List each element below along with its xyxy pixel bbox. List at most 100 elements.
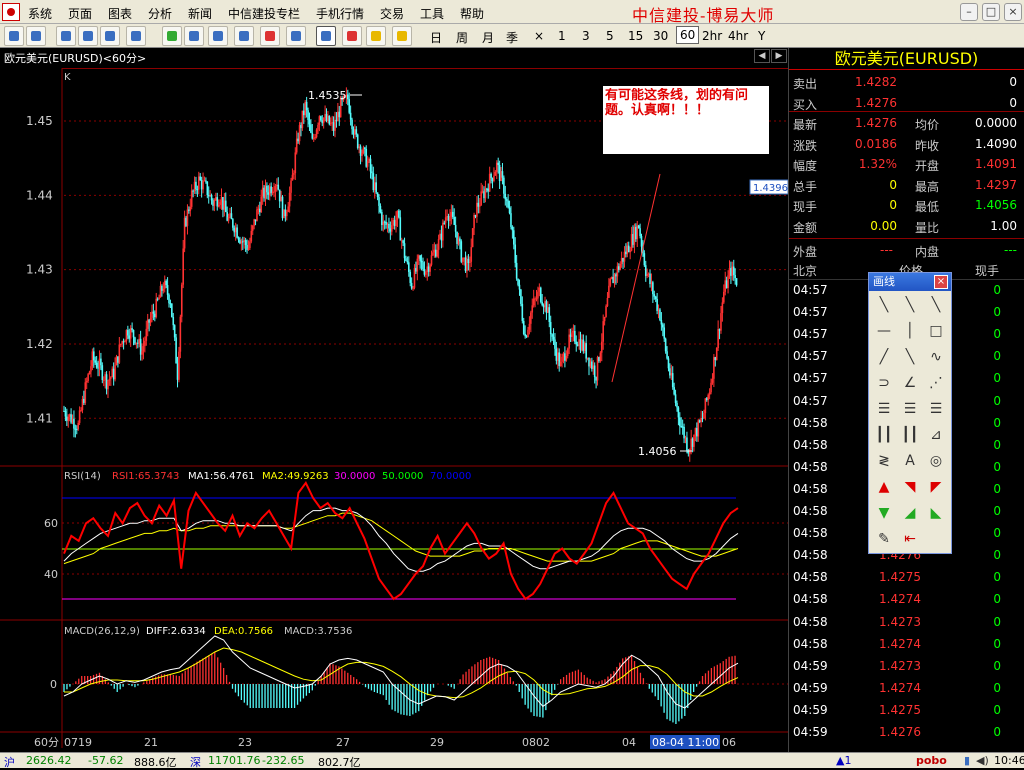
- draw-horizontal-icon[interactable]: —: [873, 321, 895, 341]
- delete-all-icon[interactable]: ⇤: [899, 529, 921, 549]
- draw-line-diagonal2-icon[interactable]: ╲: [899, 295, 921, 315]
- candle-body: [657, 309, 660, 312]
- tool-icon-15[interactable]: [366, 26, 386, 46]
- draw-target-icon[interactable]: ◎: [925, 451, 947, 471]
- candle-body: [503, 177, 505, 194]
- menu-analysis[interactable]: 分析: [148, 5, 172, 22]
- zoom-out-icon[interactable]: [208, 26, 228, 46]
- tool-icon-5[interactable]: [100, 26, 120, 46]
- draw-gann-icon[interactable]: ⊿: [925, 425, 947, 445]
- menu-mobile[interactable]: 手机行情: [316, 5, 364, 22]
- candle-body: [203, 180, 206, 182]
- draw-fib-icon[interactable]: ☰: [899, 399, 921, 419]
- period-5[interactable]: 5: [606, 29, 614, 43]
- candle-body: [600, 341, 603, 353]
- draw-wave-icon[interactable]: ∿: [925, 347, 947, 367]
- zoom-in-icon[interactable]: [184, 26, 204, 46]
- menu-system[interactable]: 系统: [28, 5, 52, 22]
- draw-cycle-icon[interactable]: ┃┃: [873, 425, 895, 445]
- draw-ray-icon[interactable]: ╱: [873, 347, 895, 367]
- arrow-upright-icon[interactable]: ◥: [899, 477, 921, 497]
- draw-angle-icon[interactable]: ∠: [899, 373, 921, 393]
- period-30[interactable]: 30: [653, 29, 668, 43]
- period-4hr[interactable]: 4hr: [728, 29, 748, 43]
- pane-prev-icon[interactable]: ◀: [754, 49, 770, 63]
- tool-icon-4[interactable]: [78, 26, 98, 46]
- candle-body: [277, 184, 280, 190]
- tool-icon-3[interactable]: [56, 26, 76, 46]
- candle-body: [510, 213, 512, 227]
- draw-fan-icon[interactable]: ⋰: [925, 373, 947, 393]
- period-season[interactable]: 季: [506, 29, 518, 46]
- alert-count[interactable]: ▲1: [836, 754, 851, 767]
- drawing-tool-panel[interactable]: 画线 × ╲ ╲ ╲ — │ □ ╱ ╲ ∿ ⊃ ∠ ⋰ ☰ ☰ ☰ ┃┃ ┃┃…: [868, 272, 952, 554]
- tool-icon-2[interactable]: [26, 26, 46, 46]
- pane-next-icon[interactable]: ▶: [771, 49, 787, 63]
- arrow-up-icon[interactable]: ▲: [873, 477, 895, 497]
- draw-ray2-icon[interactable]: ╲: [899, 347, 921, 367]
- period-year[interactable]: Y: [758, 29, 765, 43]
- period-week[interactable]: 周: [456, 29, 468, 46]
- arrow-downright-icon[interactable]: ◢: [899, 503, 921, 523]
- user-drawn-trendline[interactable]: [611, 173, 661, 383]
- alarm-bell-icon[interactable]: [342, 26, 362, 46]
- lightning-icon[interactable]: [392, 26, 412, 46]
- candle-body: [464, 257, 467, 272]
- arrow-downleft-icon[interactable]: ◣: [925, 503, 947, 523]
- candle-body: [180, 284, 183, 317]
- menu-trade[interactable]: 交易: [380, 5, 404, 22]
- menu-column[interactable]: 中信建投专栏: [228, 5, 300, 22]
- period-3[interactable]: 3: [582, 29, 590, 43]
- draw-cycle2-icon[interactable]: ┃┃: [899, 425, 921, 445]
- period-day[interactable]: 日: [430, 29, 442, 46]
- draw-arc-icon[interactable]: ⊃: [873, 373, 895, 393]
- tool-icon-11[interactable]: [260, 26, 280, 46]
- draw-zigzag-icon[interactable]: ≷: [873, 451, 895, 471]
- draw-rect-icon[interactable]: □: [925, 321, 947, 341]
- minimize-button[interactable]: –: [960, 3, 978, 21]
- candle-body: [224, 200, 227, 213]
- candle-body: [304, 101, 307, 116]
- draw-line-icon[interactable]: [316, 26, 336, 46]
- eraser-icon[interactable]: ✎: [873, 529, 895, 549]
- candle-body: [196, 189, 199, 191]
- period-close[interactable]: ×: [534, 29, 544, 43]
- menu-chart[interactable]: 图表: [108, 5, 132, 22]
- network-icon: ▮: [964, 754, 971, 767]
- draw-line-diagonal-icon[interactable]: ╲: [873, 295, 895, 315]
- period-60[interactable]: 60: [676, 26, 700, 44]
- period-month[interactable]: 月: [482, 29, 494, 46]
- tool-icon-12[interactable]: [286, 26, 306, 46]
- draw-channel-icon[interactable]: ☰: [873, 399, 895, 419]
- tool-icon-10[interactable]: [234, 26, 254, 46]
- candle-body: [199, 176, 202, 181]
- price-tag: 1.4396: [753, 183, 788, 194]
- draw-fib2-icon[interactable]: ☰: [925, 399, 947, 419]
- period-15[interactable]: 15: [628, 29, 643, 43]
- menu-news[interactable]: 新闻: [188, 5, 212, 22]
- menu-help[interactable]: 帮助: [460, 5, 484, 22]
- drawpanel-close-button[interactable]: ×: [934, 275, 948, 289]
- candle-body: [135, 342, 138, 344]
- draw-line-diagonal3-icon[interactable]: ╲: [925, 295, 947, 315]
- arrow-upleft-icon[interactable]: ◤: [925, 477, 947, 497]
- close-button[interactable]: ×: [1004, 3, 1022, 21]
- period-2hr[interactable]: 2hr: [702, 29, 722, 43]
- draw-text-icon[interactable]: A: [899, 451, 921, 471]
- menu-page[interactable]: 页面: [68, 5, 92, 22]
- candle-body: [111, 368, 114, 378]
- candle-body: [325, 113, 328, 121]
- tool-icon-1[interactable]: [4, 26, 24, 46]
- refresh-icon[interactable]: [162, 26, 182, 46]
- kline-chart[interactable]: K 1.45 1.44 1.43 1.42 1.41 1.4535 1.4056 1.4…: [0, 48, 788, 752]
- candle-body: [408, 262, 410, 272]
- draw-vertical-icon[interactable]: │: [899, 321, 921, 341]
- tool-icon-6[interactable]: [126, 26, 146, 46]
- candle-body: [128, 335, 131, 339]
- arrow-down-icon[interactable]: ▼: [873, 503, 895, 523]
- menu-tools[interactable]: 工具: [420, 5, 444, 22]
- chart-area[interactable]: 欧元美元(EURUSD)<60分> K 1.45 1.44 1.43 1.42 1.41…: [0, 48, 788, 752]
- maximize-button[interactable]: □: [982, 3, 1000, 21]
- candle-body: [232, 219, 234, 228]
- period-1[interactable]: 1: [558, 29, 566, 43]
